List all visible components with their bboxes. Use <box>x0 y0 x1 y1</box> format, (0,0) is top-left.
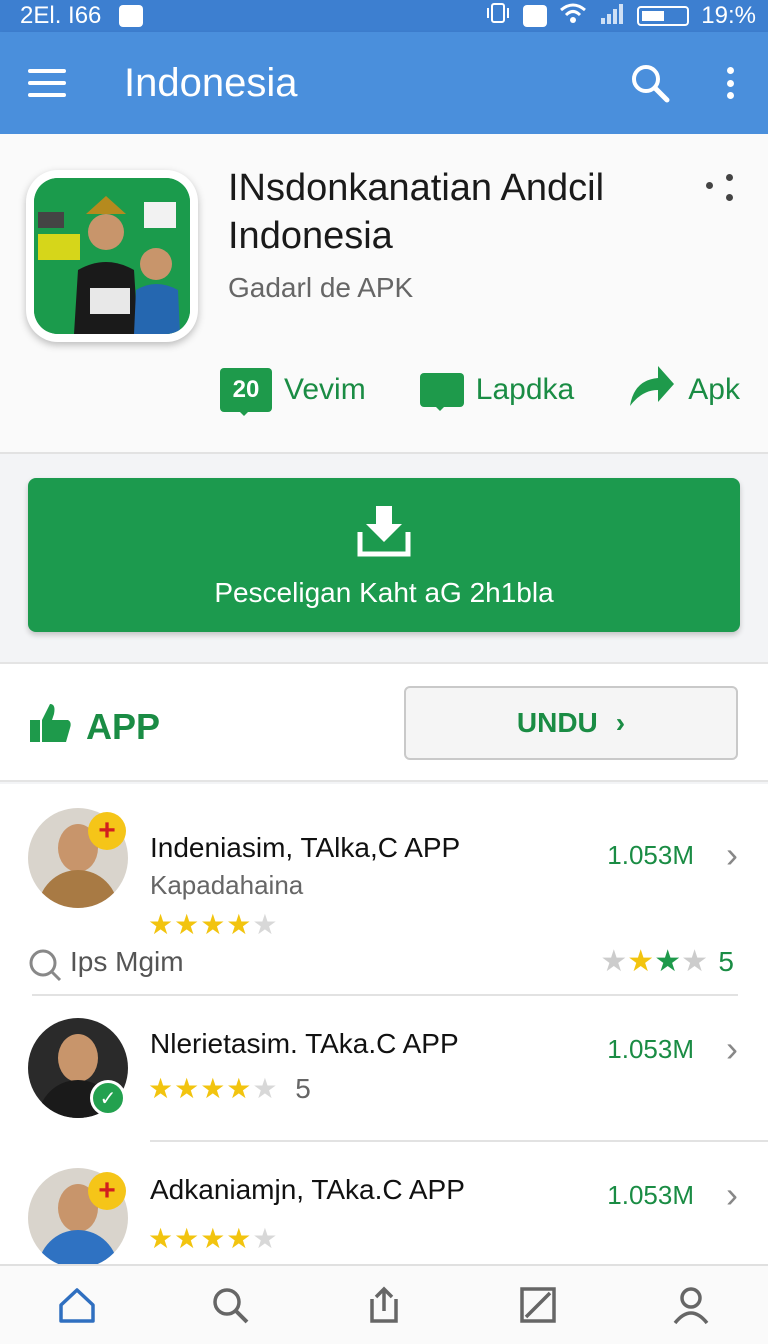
half-star: ★ <box>252 1073 279 1104</box>
edit-icon[interactable] <box>508 1275 568 1335</box>
profile-icon[interactable] <box>661 1275 721 1335</box>
rating-number: 5 <box>295 1073 312 1104</box>
download-count: 1.053M <box>607 1034 694 1064</box>
search-row-number: 5 <box>718 946 734 977</box>
half-star: ★ <box>252 1223 279 1254</box>
share-action[interactable]: Apk <box>628 364 740 416</box>
chevron-right-icon[interactable]: › <box>726 1174 738 1216</box>
search-icon[interactable] <box>200 1275 260 1335</box>
wifi-icon <box>559 2 587 31</box>
notification-icon <box>119 5 144 27</box>
hamburger-menu-icon[interactable] <box>28 61 72 105</box>
app-header-card: INsdonkanatian Andcil Indonesia Gadarl d… <box>0 134 768 454</box>
more-vert-icon[interactable] <box>720 61 740 105</box>
list-item[interactable]: + Adkaniamjn, TAka.C APP ★★★★★ 1.053M › <box>0 1168 768 1268</box>
review-action[interactable]: 20 Vevim <box>220 368 366 416</box>
section-header: APP UNDU › <box>0 662 768 782</box>
share-arrow-icon <box>628 364 676 416</box>
item-subtitle: Kapadahaina <box>150 870 304 900</box>
search-icon[interactable] <box>628 61 672 105</box>
full-stars: ★★★★ <box>148 909 253 940</box>
vibrate-icon <box>485 2 511 31</box>
item-title: Adkaniamjn, TAka.C APP <box>150 1174 465 1205</box>
verified-check-icon: ✓ <box>90 1080 126 1116</box>
undu-button[interactable]: UNDU › <box>404 686 738 760</box>
share-label: Apk <box>688 373 740 406</box>
signal-icon <box>599 2 625 31</box>
more-options-icon[interactable] <box>706 174 740 204</box>
undu-label: UNDU <box>516 707 598 738</box>
divider <box>150 1140 768 1142</box>
add-badge-icon: + <box>88 1172 126 1210</box>
download-button[interactable]: Pesceligan Kaht aG 2h1bla <box>28 478 740 632</box>
bottom-navigation <box>0 1264 768 1344</box>
download-label: Pesceligan Kaht aG 2h1bla <box>214 576 554 608</box>
home-icon[interactable] <box>47 1275 107 1335</box>
app-bar-title: Indonesia <box>124 60 298 105</box>
half-star: ★ <box>252 909 279 940</box>
hd-icon <box>523 5 548 27</box>
chevron-right-icon[interactable]: › <box>726 1028 738 1070</box>
app-subtitle: Gadarl de APK <box>228 272 414 303</box>
star-rating: ★★★★★ <box>148 908 279 941</box>
action-row: 20 Vevim Lapdka Apk <box>220 362 740 418</box>
full-stars: ★★★★ <box>148 1073 253 1104</box>
report-label: Lapdka <box>475 373 575 406</box>
mini-star-rating: ★★★★ <box>600 945 708 978</box>
review-label: Vevim <box>284 373 366 406</box>
star-rating: ★★★★★ <box>148 1222 279 1255</box>
download-count: 1.053M <box>607 840 694 870</box>
app-icon <box>26 170 198 342</box>
star-rating: ★★★★★ 5 <box>148 1072 312 1105</box>
thumbs-up-icon <box>28 700 72 753</box>
comment-count-icon: 20 <box>220 368 272 416</box>
add-badge-icon: + <box>88 812 126 850</box>
status-bar: 2El. I66 19:% <box>0 0 768 32</box>
search-row[interactable]: Ips Mgim ★★★★ 5 <box>0 940 768 996</box>
list-item[interactable]: + Indeniasim, TAlka,C APP Kapadahaina ★★… <box>0 808 768 941</box>
status-time-right: 19:% <box>701 2 756 29</box>
app-tag: APP <box>28 700 160 753</box>
search-small-icon <box>28 948 62 987</box>
chat-bubble-icon <box>419 373 464 411</box>
chevron-right-icon: › <box>615 707 626 738</box>
item-title: Indeniasim, TAlka,C APP <box>150 832 461 863</box>
battery-icon <box>637 6 690 26</box>
download-icon <box>356 502 412 563</box>
search-row-label: Ips Mgim <box>70 946 184 977</box>
app-title: INsdonkanatian Andcil Indonesia <box>228 167 605 257</box>
status-time-left: 2El. I66 <box>20 2 102 29</box>
share-icon[interactable] <box>354 1275 414 1335</box>
item-title: Nlerietasim. TAka.C APP <box>150 1028 459 1059</box>
app-bar: Indonesia <box>0 32 768 134</box>
divider <box>32 994 738 996</box>
full-stars: ★★★★ <box>148 1223 253 1254</box>
chevron-right-icon[interactable]: › <box>726 834 738 876</box>
app-list: + Indeniasim, TAlka,C APP Kapadahaina ★★… <box>0 784 768 1268</box>
app-tag-label: APP <box>86 705 161 747</box>
list-item[interactable]: ✓ Nlerietasim. TAka.C APP ★★★★★ 5 1.053M… <box>0 1018 768 1138</box>
download-count: 1.053M <box>607 1180 694 1210</box>
report-action[interactable]: Lapdka <box>419 373 575 411</box>
